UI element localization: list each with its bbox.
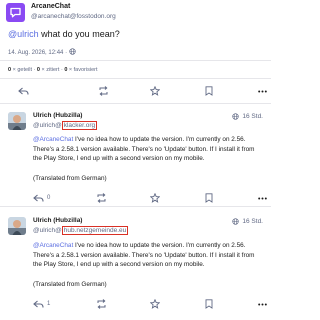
reply-timestamp[interactable]: 16 Std. (232, 113, 263, 120)
reply-card[interactable]: Ulrich (Hubzilla) @ulrich@ klacker.org 16… (0, 104, 271, 206)
reply-content: @ArcaneChat I've no idea how to update t… (33, 241, 265, 270)
reply-icon (33, 300, 44, 308)
reply-button[interactable] (18, 84, 29, 98)
boost-button[interactable] (96, 297, 107, 311)
reply-count: 1 (47, 301, 51, 307)
user-photo (8, 217, 26, 235)
favs-count[interactable]: 0 (64, 67, 67, 73)
reply-card[interactable]: Ulrich (Hubzilla) @ulrich@ hub.netzgemein… (0, 207, 271, 320)
reply-icon (33, 194, 44, 202)
mention-link[interactable]: @ArcaneChat (33, 136, 73, 143)
chat-bubble-icon (10, 7, 21, 18)
status-text: what do you mean? (38, 29, 120, 39)
reply-button[interactable]: 0 (33, 191, 50, 205)
reply-author-handle[interactable]: @ulrich@ klacker.org (33, 121, 98, 130)
status-meta: 14. Aug. 2026, 12:44 · (8, 48, 76, 56)
boosts-label: × geteilt (12, 67, 33, 73)
bookmark-button[interactable] (205, 297, 213, 311)
translated-note: (Translated from German) (33, 281, 107, 288)
reply-time: 16 Std. (242, 218, 263, 225)
reply-action-bar: 0 (0, 191, 271, 205)
globe-icon (69, 48, 76, 55)
quotes-count[interactable]: 0 (37, 67, 40, 73)
bookmark-icon (205, 86, 213, 96)
boost-icon (99, 86, 108, 96)
handle-user: @ulrich@ (33, 122, 62, 129)
reply-author-avatar[interactable] (8, 112, 26, 130)
quotes-label: × zitiert (41, 67, 60, 73)
author-handle[interactable]: @arcanechat@fosstodon.org (31, 13, 116, 20)
bookmark-button[interactable] (205, 84, 213, 98)
status-stats: 0 × geteilt · 0 × zitiert · 0 × favorisi… (8, 67, 98, 73)
reply-author-avatar[interactable] (8, 217, 26, 235)
bookmark-icon (205, 299, 213, 309)
more-button[interactable] (258, 191, 267, 205)
status-action-bar (0, 84, 271, 98)
thread-view: ArcaneChat @arcanechat@fosstodon.org @ul… (0, 0, 271, 320)
boosts-count[interactable]: 0 (8, 67, 11, 73)
boost-button[interactable] (96, 191, 107, 205)
boost-button[interactable] (98, 84, 109, 98)
more-button[interactable] (258, 84, 267, 98)
divider (0, 60, 271, 61)
main-status: ArcaneChat @arcanechat@fosstodon.org @ul… (0, 0, 271, 103)
reply-button[interactable]: 1 (33, 297, 50, 311)
mention-link[interactable]: @ArcaneChat (33, 242, 73, 249)
bookmark-button[interactable] (205, 191, 213, 205)
star-icon (150, 86, 160, 96)
handle-user: @ulrich@ (33, 227, 62, 234)
star-icon (150, 299, 160, 309)
globe-icon (232, 218, 240, 225)
reply-author-handle[interactable]: @ulrich@ hub.netzgemeinde.eu (33, 226, 129, 235)
boost-icon (97, 193, 106, 203)
reply-icon (18, 87, 29, 95)
reply-action-bar: 1 (0, 297, 271, 311)
divider (0, 78, 271, 79)
boost-icon (97, 299, 106, 309)
star-icon (150, 193, 160, 203)
reply-author-name[interactable]: Ulrich (Hubzilla) (33, 217, 82, 224)
status-content: @ulrich what do you mean? (8, 29, 120, 39)
favs-label: × favorisiert (68, 67, 98, 73)
more-icon (258, 303, 267, 305)
more-button[interactable] (258, 297, 267, 311)
reply-timestamp[interactable]: 16 Std. (232, 218, 263, 225)
reply-time: 16 Std. (242, 113, 263, 120)
more-icon (258, 90, 267, 92)
status-date[interactable]: 14. Aug. 2026, 12:44 (8, 50, 63, 56)
mention-link[interactable]: @ulrich (8, 29, 39, 39)
reply-count: 0 (47, 195, 51, 201)
more-icon (258, 197, 267, 199)
author-avatar[interactable] (6, 3, 25, 22)
translated-note: (Translated from German) (33, 175, 107, 182)
favourite-button[interactable] (150, 297, 160, 311)
globe-icon (232, 113, 240, 120)
favourite-button[interactable] (150, 84, 160, 98)
author-name[interactable]: ArcaneChat (31, 3, 70, 10)
favourite-button[interactable] (150, 191, 160, 205)
user-photo (8, 112, 26, 130)
handle-domain-highlight: klacker.org (61, 121, 98, 130)
reply-author-name[interactable]: Ulrich (Hubzilla) (33, 112, 82, 119)
handle-domain-highlight: hub.netzgemeinde.eu (61, 226, 129, 235)
meta-separator: · (65, 50, 68, 56)
reply-content: @ArcaneChat I've no idea how to update t… (33, 135, 265, 164)
bookmark-icon (205, 193, 213, 203)
